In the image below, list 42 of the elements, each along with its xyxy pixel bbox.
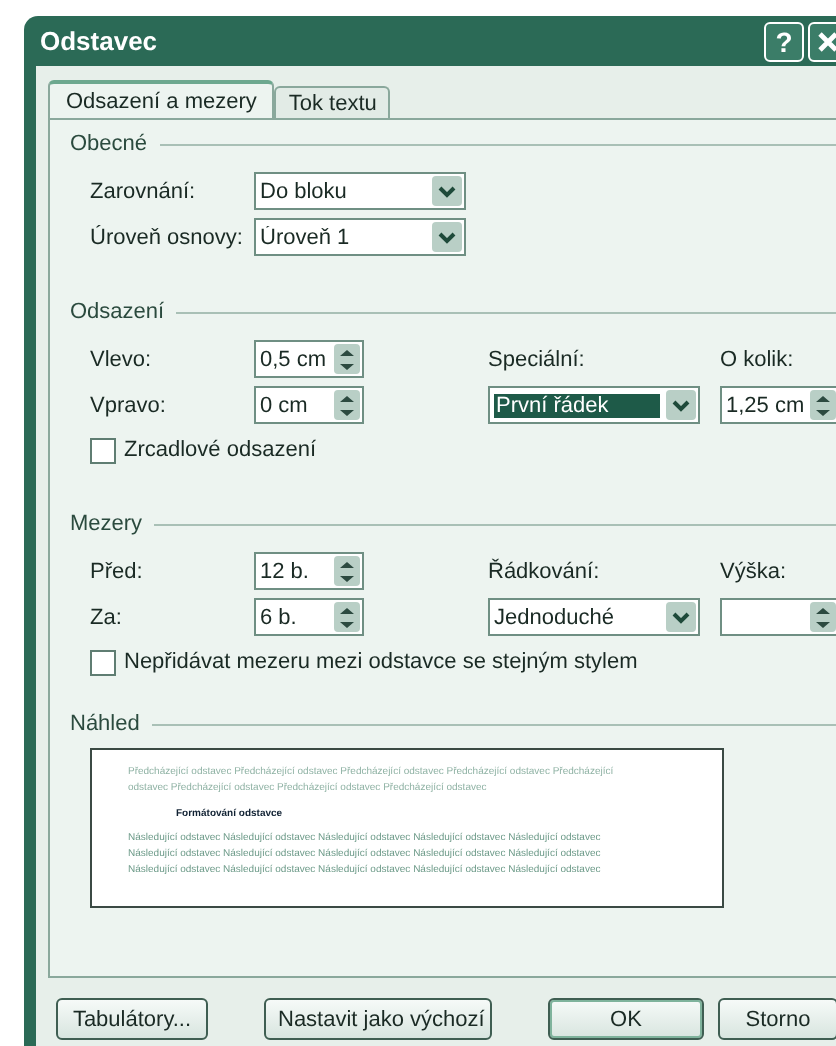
spinner-icon[interactable] <box>810 390 836 420</box>
spinner-icon[interactable] <box>810 602 836 632</box>
dropdown[interactable]: První řádek <box>488 386 700 424</box>
number-field[interactable]: 0 cm <box>254 386 364 424</box>
field-label: O kolik: <box>720 347 794 371</box>
field-label: Za: <box>90 605 124 629</box>
group-title: Náhled <box>70 712 140 736</box>
dialog-button[interactable]: Tabulátory... <box>56 998 208 1040</box>
checkbox[interactable] <box>90 437 116 463</box>
group-title: Mezery <box>70 512 143 536</box>
number-field[interactable]: 6 b. <box>254 598 364 636</box>
spinner-icon[interactable] <box>334 602 360 632</box>
number-field[interactable]: 1,25 cm <box>720 386 836 424</box>
dialog-button[interactable]: Nastavit jako výchozí <box>264 998 492 1040</box>
number-field[interactable]: 0,5 cm <box>254 340 364 378</box>
number-field[interactable]: 12 b. <box>254 552 364 590</box>
dropdown[interactable]: Jednoduché <box>488 598 700 636</box>
window-title: Odstavec <box>38 26 158 56</box>
field-label: Vpravo: <box>90 393 168 417</box>
help-button[interactable]: ? <box>764 21 804 61</box>
dialog-button[interactable]: Storno <box>718 998 836 1040</box>
dialog-button[interactable]: OK <box>548 998 704 1040</box>
spinner-icon[interactable] <box>334 556 360 586</box>
number-field[interactable] <box>720 598 836 636</box>
dropdown[interactable]: Do bloku <box>254 172 466 210</box>
checkbox-label: Nepřidávat mezeru mezi odstavce se stejným stylem <box>124 650 638 674</box>
field-label: Řádkování: <box>488 559 602 583</box>
spinner-icon[interactable] <box>334 390 360 420</box>
field-label: Výška: <box>720 559 787 583</box>
field-label: Zarovnání: <box>90 179 198 203</box>
field-label: Před: <box>90 559 145 583</box>
checkbox-label: Zrcadlové odsazení <box>124 438 316 462</box>
field-label: Úroveň osnovy: <box>90 225 245 249</box>
field-label: Vlevo: <box>90 347 154 371</box>
group-title: Obecné <box>70 132 148 156</box>
checkbox[interactable] <box>90 649 116 675</box>
group-title: Odsazení <box>70 300 165 324</box>
tab[interactable]: Odsazení a mezery <box>48 80 275 118</box>
tab[interactable]: Tok textu <box>274 86 391 118</box>
close-icon[interactable] <box>808 21 836 61</box>
spinner-icon[interactable] <box>334 344 360 374</box>
field-label: Speciální: <box>488 347 587 371</box>
